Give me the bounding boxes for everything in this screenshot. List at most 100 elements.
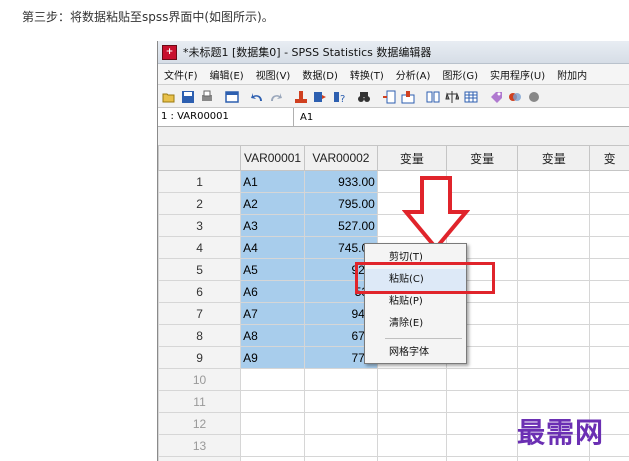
print-icon[interactable]	[200, 89, 214, 103]
cell-var00002[interactable]	[304, 390, 378, 413]
cell-empty[interactable]	[376, 434, 448, 457]
menu-data[interactable]: 数据(D)	[296, 67, 344, 82]
dialog-recall-icon[interactable]	[225, 89, 239, 103]
cell-empty[interactable]	[589, 214, 629, 237]
cell-empty[interactable]	[517, 280, 591, 303]
grid-corner[interactable]	[158, 145, 242, 171]
column-header-empty[interactable]: 变量	[376, 145, 448, 171]
cell-empty[interactable]	[517, 170, 591, 193]
column-header-empty[interactable]: 变量	[446, 145, 519, 171]
goto-variable-icon[interactable]	[313, 89, 327, 103]
cell-var00001[interactable]	[240, 390, 305, 413]
context-menu-grid-font[interactable]: 网格字体	[365, 342, 466, 364]
cell-empty[interactable]	[446, 390, 519, 413]
show-all-icon[interactable]	[527, 89, 541, 103]
context-menu-clear[interactable]: 清除(E)	[365, 313, 466, 335]
menu-analyze[interactable]: 分析(A)	[390, 67, 437, 82]
column-header-empty[interactable]: 变量	[517, 145, 591, 171]
cell-empty[interactable]	[589, 368, 629, 391]
cell-empty[interactable]	[589, 280, 629, 303]
menu-transform[interactable]: 转换(T)	[344, 67, 390, 82]
cell-var00001[interactable]	[240, 368, 305, 391]
cell-empty[interactable]	[376, 368, 448, 391]
row-header[interactable]: 4	[158, 236, 242, 259]
save-icon[interactable]	[181, 89, 195, 103]
row-header[interactable]: 13	[158, 434, 242, 457]
cell-var00001[interactable]	[240, 434, 305, 457]
weight-cases-icon[interactable]	[445, 89, 460, 103]
cell-var00002[interactable]	[304, 456, 378, 461]
use-sets-icon[interactable]	[508, 89, 522, 103]
cell-var00002[interactable]	[304, 368, 378, 391]
cell-empty[interactable]	[517, 456, 591, 461]
cell-empty[interactable]	[517, 302, 591, 325]
row-header[interactable]: 2	[158, 192, 242, 215]
insert-cases-icon[interactable]	[382, 89, 396, 104]
menu-edit[interactable]: 编辑(E)	[204, 67, 250, 82]
cell-var00001[interactable]: A9	[240, 346, 305, 369]
column-header-empty[interactable]: 变	[589, 145, 629, 171]
row-header[interactable]: 9	[158, 346, 242, 369]
cell-empty[interactable]	[517, 390, 591, 413]
cell-value-input[interactable]: A1	[294, 112, 313, 123]
row-header[interactable]: 5	[158, 258, 242, 281]
cell-var00002[interactable]	[304, 412, 378, 435]
cell-empty[interactable]	[517, 324, 591, 347]
cell-empty[interactable]	[589, 192, 629, 215]
cell-var00002[interactable]	[304, 434, 378, 457]
menu-view[interactable]: 视图(V)	[250, 67, 297, 82]
row-header[interactable]: 1	[158, 170, 242, 193]
cell-empty[interactable]	[446, 434, 519, 457]
variables-icon[interactable]: ?	[332, 89, 346, 105]
menu-addons[interactable]: 附加内	[551, 67, 593, 82]
cell-var00001[interactable]	[240, 456, 305, 461]
row-header[interactable]: 7	[158, 302, 242, 325]
cell-empty[interactable]	[446, 412, 519, 435]
cell-empty[interactable]	[517, 258, 591, 281]
cell-empty[interactable]	[517, 192, 591, 215]
row-header[interactable]: 12	[158, 412, 242, 435]
cell-var00001[interactable]: A3	[240, 214, 305, 237]
cell-var00001[interactable]: A5	[240, 258, 305, 281]
cell-empty[interactable]	[376, 390, 448, 413]
row-header[interactable]: 3	[158, 214, 242, 237]
cell-empty[interactable]	[446, 456, 519, 461]
menu-file[interactable]: 文件(F)	[158, 67, 204, 82]
cell-empty[interactable]	[589, 258, 629, 281]
open-icon[interactable]	[162, 89, 176, 103]
cell-empty[interactable]	[589, 170, 629, 193]
cell-empty[interactable]	[517, 346, 591, 369]
undo-icon[interactable]	[250, 89, 264, 103]
cell-var00002[interactable]: 795.00	[304, 192, 378, 215]
cell-empty[interactable]	[517, 214, 591, 237]
cell-empty[interactable]	[517, 236, 591, 259]
find-icon[interactable]	[357, 89, 371, 103]
column-header-var00002[interactable]: VAR00002	[304, 145, 378, 171]
cell-var00001[interactable]: A8	[240, 324, 305, 347]
cell-var00002[interactable]: 527.00	[304, 214, 378, 237]
cell-var00002[interactable]: 933.00	[304, 170, 378, 193]
row-header[interactable]: 14	[158, 456, 242, 461]
cell-empty[interactable]	[589, 236, 629, 259]
goto-case-icon[interactable]	[294, 89, 308, 103]
context-menu-paste-variables[interactable]: 粘贴(P)	[365, 291, 466, 313]
cell-empty[interactable]	[589, 302, 629, 325]
cell-empty[interactable]	[446, 368, 519, 391]
row-header[interactable]: 8	[158, 324, 242, 347]
menu-utilities[interactable]: 实用程序(U)	[484, 67, 551, 82]
row-header[interactable]: 11	[158, 390, 242, 413]
cell-var00001[interactable]: A6	[240, 280, 305, 303]
cell-empty[interactable]	[376, 456, 448, 461]
column-header-var00001[interactable]: VAR00001	[240, 145, 305, 171]
cell-empty[interactable]	[589, 390, 629, 413]
cell-var00001[interactable]: A7	[240, 302, 305, 325]
cell-empty[interactable]	[376, 412, 448, 435]
cell-var00001[interactable]: A1	[240, 170, 305, 193]
split-file-icon[interactable]	[426, 89, 440, 103]
value-labels-icon[interactable]	[489, 89, 503, 103]
cell-empty[interactable]	[589, 324, 629, 347]
cell-empty[interactable]	[517, 368, 591, 391]
cell-var00001[interactable]	[240, 412, 305, 435]
redo-icon[interactable]	[269, 89, 283, 103]
insert-variable-icon[interactable]	[401, 89, 415, 104]
